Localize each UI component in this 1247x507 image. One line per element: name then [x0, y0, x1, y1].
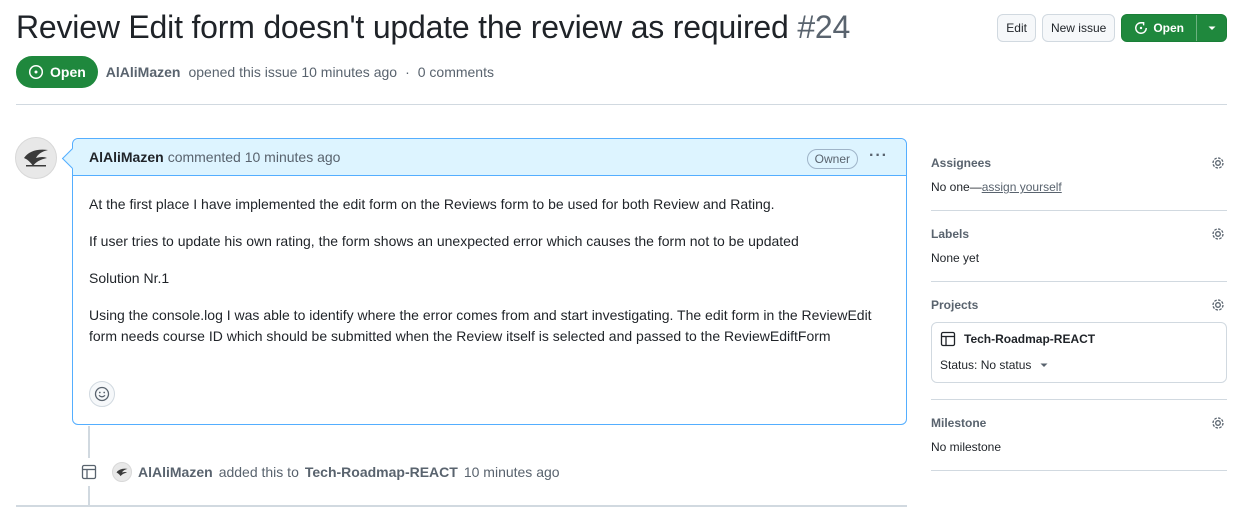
issue-title-text: Review Edit form doesn't update the revi…	[16, 9, 789, 45]
project-status-dropdown[interactable]: Status: No status	[940, 358, 1218, 372]
state-label: Open	[50, 64, 86, 80]
timeline-action: added this to	[218, 464, 299, 480]
timeline-event: AlAliMazen added this to Tech-Roadmap-RE…	[112, 462, 560, 482]
assignees-heading: Assignees	[931, 156, 992, 170]
open-split-button: Open	[1121, 14, 1227, 42]
owner-badge: Owner	[806, 149, 858, 169]
sidebar-projects: Projects Tech-Roadmap-REACT Status: No s…	[931, 282, 1227, 400]
issue-title-row: Review Edit form doesn't update the revi…	[16, 9, 850, 46]
labels-heading: Labels	[931, 227, 970, 241]
chevron-down-icon	[1208, 26, 1215, 30]
comment-timestamp[interactable]: commented 10 minutes ago	[168, 149, 341, 165]
sidebar-milestone: Milestone No milestone	[931, 400, 1227, 471]
comment-body: At the first place I have implemented th…	[73, 176, 906, 347]
issue-meta: Open AlAliMazen opened this issue 10 min…	[16, 56, 494, 88]
state-badge: Open	[16, 56, 98, 88]
open-button[interactable]: Open	[1122, 15, 1196, 41]
labels-value: None yet	[931, 251, 980, 265]
gear-icon[interactable]	[1209, 414, 1227, 432]
open-button-label: Open	[1153, 21, 1184, 35]
comments-count: 0 comments	[417, 64, 494, 80]
comment-paragraph: Solution Nr.1	[89, 270, 170, 286]
project-table-icon	[77, 458, 101, 486]
avatar[interactable]	[112, 462, 132, 482]
comment-menu-icon[interactable]: ···	[869, 147, 888, 165]
assignees-value: No one—assign yourself	[931, 180, 1227, 194]
timeline-time[interactable]: 10 minutes ago	[464, 464, 560, 480]
issue-opened-icon	[28, 64, 44, 80]
header-divider	[16, 104, 1227, 105]
milestone-value: No milestone	[931, 440, 1002, 454]
timeline-project-link[interactable]: Tech-Roadmap-REACT	[305, 464, 458, 480]
issue-number: #24	[797, 9, 851, 45]
avatar-logo-icon	[24, 149, 48, 167]
avatar-logo-icon	[116, 468, 128, 476]
gear-icon[interactable]	[1209, 296, 1227, 314]
issue-title: Review Edit form doesn't update the revi…	[16, 9, 850, 46]
sidebar-assignees: Assignees No one—assign yourself	[931, 140, 1227, 211]
projects-heading: Projects	[931, 298, 979, 312]
issue-sidebar: Assignees No one—assign yourself Labels …	[931, 140, 1227, 471]
sidebar-labels: Labels None yet	[931, 211, 1227, 282]
assignees-none: No one—	[931, 180, 982, 194]
comment-paragraph: If user tries to update his own rating, …	[89, 233, 799, 249]
avatar[interactable]	[15, 137, 57, 179]
project-name-row[interactable]: Tech-Roadmap-REACT	[940, 331, 1218, 347]
issue-comment: AlAliMazen commented 10 minutes ago Owne…	[72, 138, 907, 425]
opened-text: opened this issue 10 minutes ago	[188, 64, 398, 80]
timeline-actor-link[interactable]: AlAliMazen	[138, 464, 213, 480]
issue-author-link[interactable]: AlAliMazen	[106, 64, 181, 80]
project-card: Tech-Roadmap-REACT Status: No status	[931, 322, 1227, 383]
smiley-icon	[94, 386, 110, 402]
comment-paragraph: Using the console.log I was able to iden…	[89, 307, 872, 344]
add-reaction-button[interactable]	[89, 381, 115, 407]
open-dropdown-button[interactable]	[1196, 15, 1226, 41]
issue-reopened-icon	[1135, 22, 1148, 34]
gear-icon[interactable]	[1209, 225, 1227, 243]
gear-icon[interactable]	[1209, 154, 1227, 172]
table-icon	[940, 331, 956, 347]
new-issue-button[interactable]: New issue	[1041, 14, 1116, 42]
milestone-heading: Milestone	[931, 416, 987, 430]
assign-yourself-link[interactable]: assign yourself	[982, 180, 1062, 194]
comment-paragraph: At the first place I have implemented th…	[89, 196, 775, 212]
header-actions: Edit New issue Open	[997, 14, 1227, 42]
triangle-down-icon	[1040, 363, 1048, 367]
comment-header: AlAliMazen commented 10 minutes ago Owne…	[73, 139, 906, 176]
project-name: Tech-Roadmap-REACT	[964, 332, 1096, 346]
comment-author-link[interactable]: AlAliMazen	[89, 149, 164, 165]
meta-separator: ·	[405, 64, 410, 80]
edit-button[interactable]: Edit	[997, 14, 1036, 42]
project-status-label: Status: No status	[940, 358, 1032, 372]
